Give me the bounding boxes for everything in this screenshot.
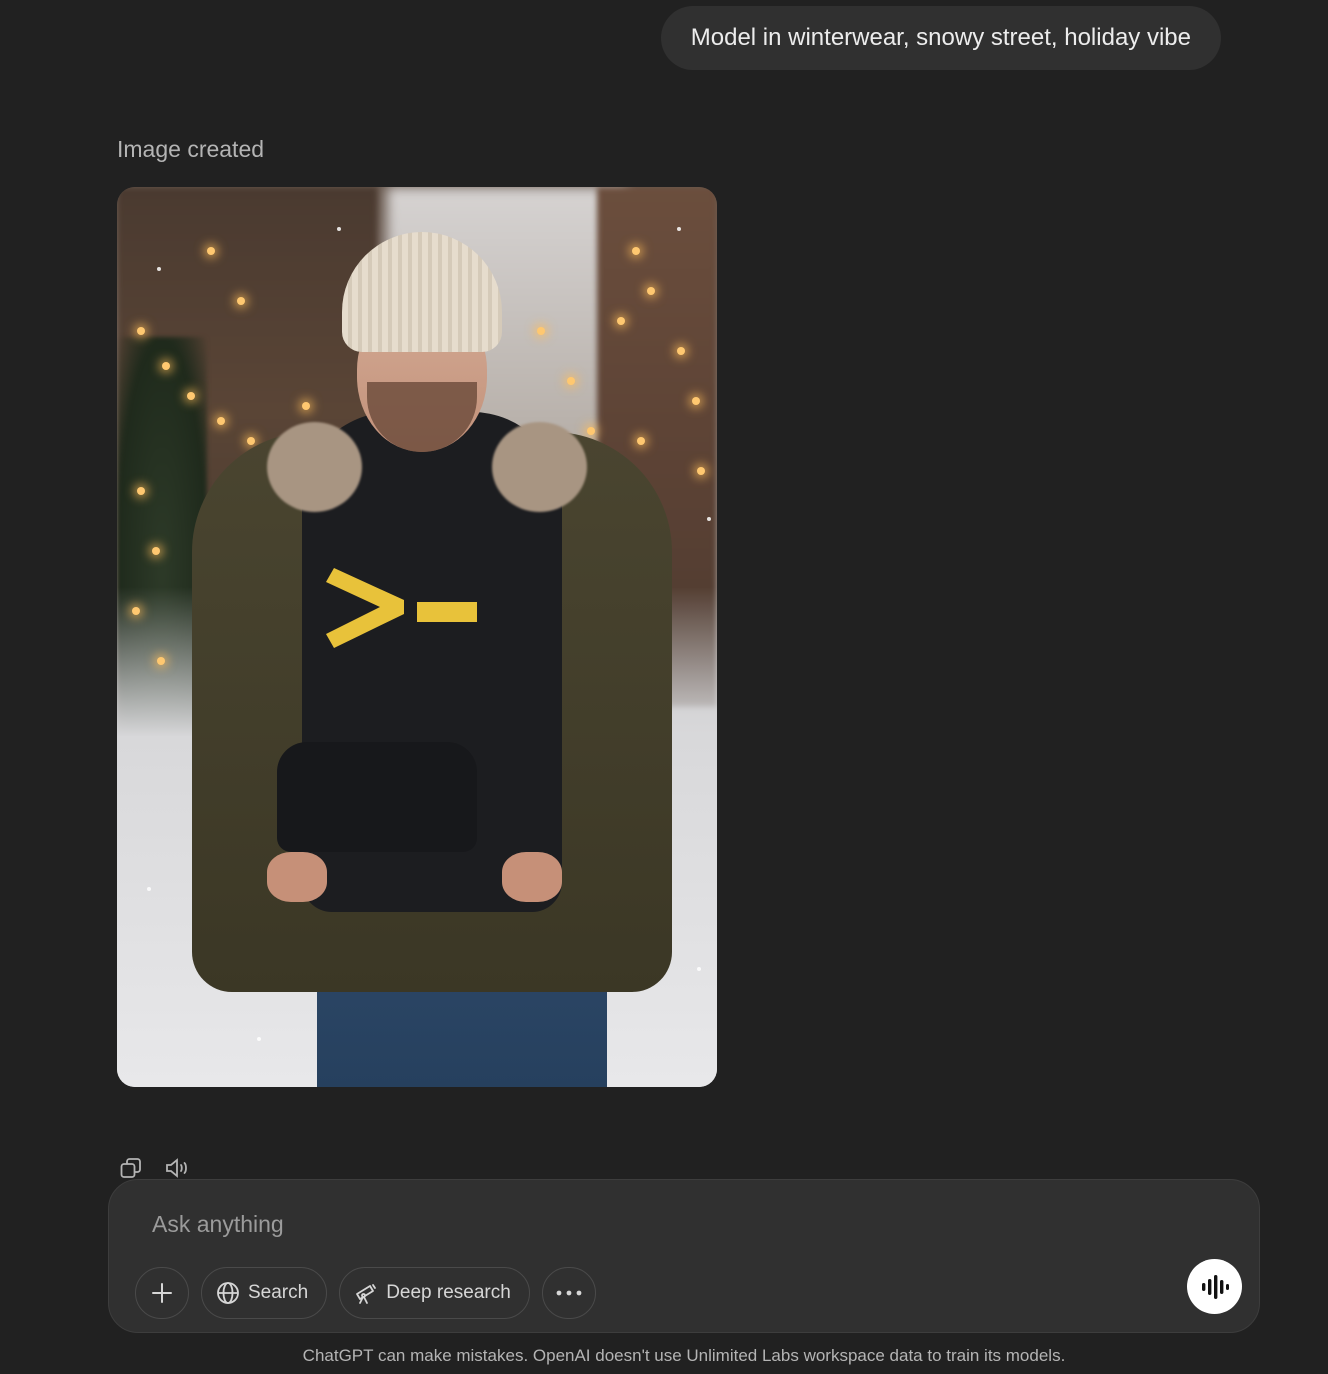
- voice-mode-button[interactable]: [1187, 1259, 1242, 1314]
- image-snowflake: [707, 517, 711, 521]
- chat-page: Model in winterwear, snowy street, holid…: [0, 0, 1328, 1374]
- globe-icon: [217, 1282, 239, 1304]
- image-light: [137, 327, 145, 335]
- image-light: [132, 607, 140, 615]
- user-message-bubble: Model in winterwear, snowy street, holid…: [660, 6, 1221, 70]
- image-hand: [267, 852, 327, 902]
- image-light: [697, 467, 705, 475]
- search-button[interactable]: Search: [201, 1267, 328, 1319]
- hoodie-terminal-logo: [326, 568, 477, 648]
- deep-research-button[interactable]: Deep research: [339, 1267, 530, 1319]
- composer-tools: Search Deep research: [135, 1267, 596, 1319]
- image-created-label: Image created: [117, 136, 265, 162]
- user-message-text: Model in winterwear, snowy street, holid…: [690, 24, 1191, 51]
- read-aloud-icon[interactable]: [163, 1154, 191, 1182]
- prompt-input[interactable]: [150, 1206, 1154, 1242]
- copy-icon[interactable]: [117, 1154, 145, 1182]
- search-button-label: Search: [248, 1282, 309, 1303]
- message-composer: Search Deep research: [108, 1179, 1260, 1333]
- image-fur-collar: [492, 422, 587, 512]
- image-snowflake: [337, 227, 341, 231]
- voice-mode-icon: [1201, 1274, 1229, 1299]
- image-light: [162, 362, 170, 370]
- image-light: [137, 487, 145, 495]
- add-attachment-button[interactable]: [135, 1267, 189, 1319]
- generated-image[interactable]: [117, 187, 717, 1087]
- image-light: [152, 547, 160, 555]
- image-snowflake: [147, 887, 151, 891]
- image-snowflake: [157, 267, 161, 271]
- image-snowflake: [677, 227, 681, 231]
- image-hoodie-pocket: [277, 742, 477, 852]
- footer-disclaimer: ChatGPT can make mistakes. OpenAI doesn'…: [302, 1346, 1066, 1365]
- deep-research-button-label: Deep research: [386, 1282, 511, 1303]
- plus-icon: [152, 1283, 172, 1303]
- image-light: [677, 347, 685, 355]
- image-model: [192, 232, 672, 1087]
- message-actions: [117, 1154, 191, 1182]
- ellipsis-icon: [556, 1290, 582, 1296]
- telescope-icon: [356, 1284, 377, 1304]
- image-light: [692, 397, 700, 405]
- image-light: [157, 657, 165, 665]
- image-beanie: [342, 232, 502, 352]
- more-tools-button[interactable]: [541, 1267, 596, 1319]
- image-hand: [502, 852, 562, 902]
- image-snowflake: [697, 967, 701, 971]
- image-fur-collar: [267, 422, 362, 512]
